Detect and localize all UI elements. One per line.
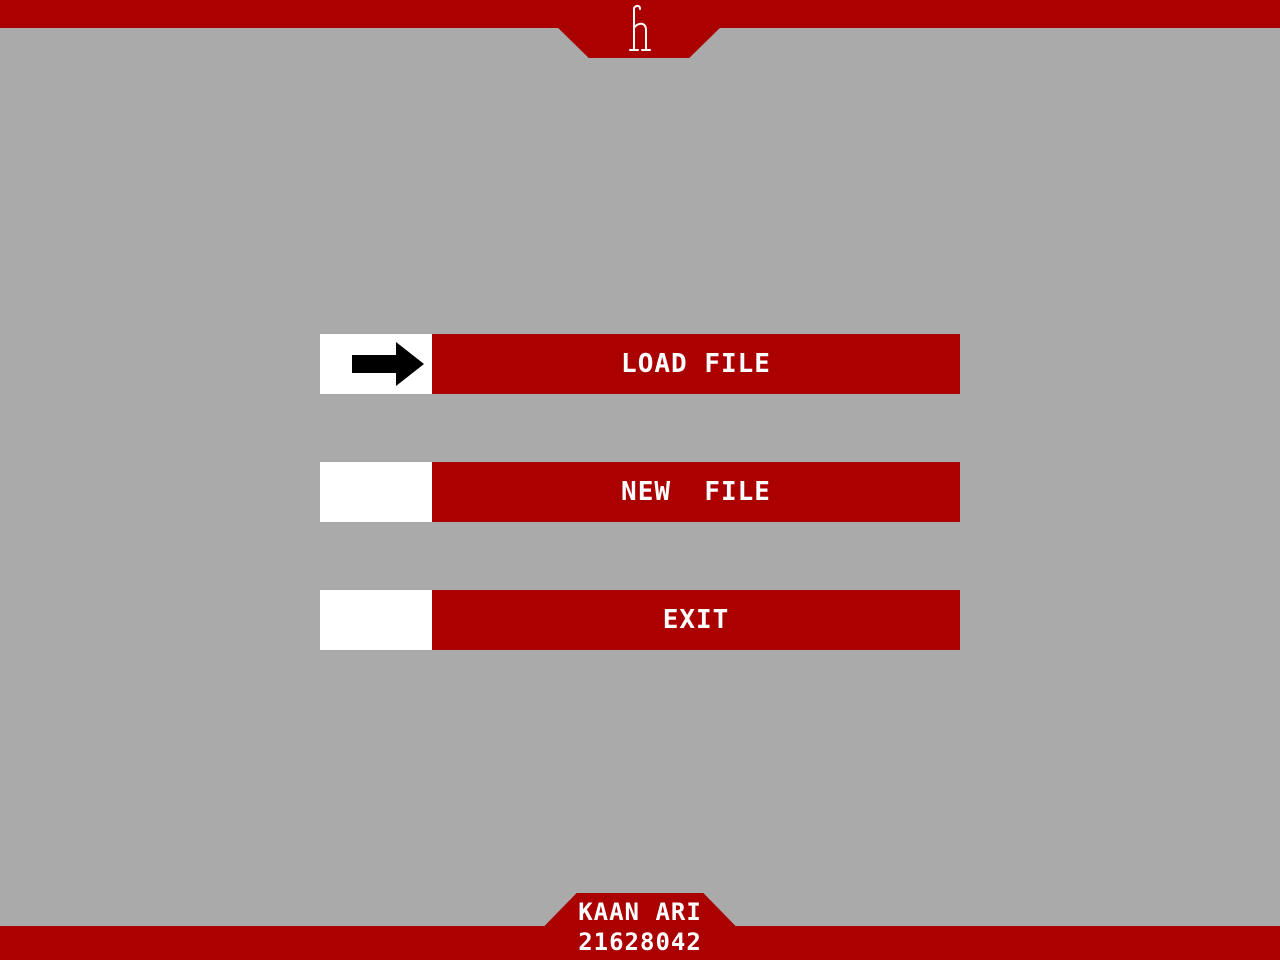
load-file-button[interactable]: LOAD FILE: [320, 334, 960, 394]
new-file-label: NEW FILE: [432, 462, 960, 522]
load-file-label: LOAD FILE: [432, 334, 960, 394]
logo-icon: [629, 4, 651, 51]
exit-button[interactable]: EXIT: [320, 590, 960, 650]
credits: KAAN ARI 21628042: [544, 893, 736, 960]
selector-box-exit: [320, 590, 432, 650]
new-file-button[interactable]: NEW FILE: [320, 462, 960, 522]
right-arrow-icon: [352, 342, 424, 386]
exit-label: EXIT: [432, 590, 960, 650]
selector-box-load-file: [320, 334, 432, 394]
selector-box-new-file: [320, 462, 432, 522]
author-name: KAAN ARI: [578, 897, 702, 926]
main-menu-screen: LOAD FILE NEW FILE EXIT KAAN ARI 2162804…: [0, 0, 1280, 960]
author-id: 21628042: [578, 927, 702, 956]
